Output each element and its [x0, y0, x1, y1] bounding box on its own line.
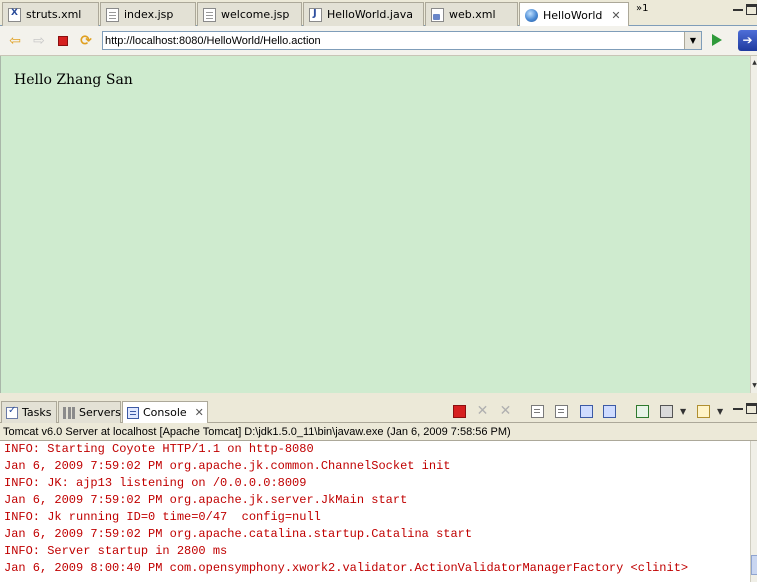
browser-content: Hello Zhang San — [0, 56, 750, 393]
console-line: INFO: JK: ajp13 listening on /0.0.0.0:80… — [4, 476, 307, 490]
maximize-icon[interactable] — [746, 4, 757, 15]
show-on-error-icon[interactable] — [603, 405, 616, 418]
page-greeting: Hello Zhang San — [14, 72, 133, 88]
tab-index-jsp[interactable]: index.jsp — [100, 2, 196, 26]
jsp-file-icon — [203, 7, 216, 22]
tab-welcome-jsp[interactable]: welcome.jsp — [197, 2, 302, 26]
url-field[interactable]: ▼ — [102, 31, 702, 50]
scroll-up-icon[interactable]: ▲ — [751, 58, 757, 68]
pin-console-icon[interactable] — [636, 405, 649, 418]
console-line: Jan 6, 2009 7:59:02 PM org.apache.catali… — [4, 527, 473, 541]
tab-label: HelloWorld — [543, 8, 603, 22]
open-console-icon[interactable] — [697, 405, 710, 418]
console-icon — [127, 406, 139, 419]
terminate-icon[interactable] — [453, 405, 466, 418]
chevron-down-icon[interactable]: ▼ — [680, 405, 693, 418]
tab-helloworld-java[interactable]: HelloWorld.java — [303, 2, 424, 26]
console-line: INFO: Jk running ID=0 time=0/47 config=n… — [4, 510, 321, 524]
scrollbar-thumb[interactable] — [751, 555, 757, 575]
display-console-icon[interactable] — [660, 405, 673, 418]
go-icon[interactable] — [712, 34, 722, 46]
close-icon[interactable]: ✕ — [611, 9, 620, 22]
tab-label: web.xml — [449, 8, 496, 21]
tab-label: struts.xml — [26, 8, 82, 21]
console-output[interactable]: INFO: Starting Coyote HTTP/1.1 on http-8… — [0, 441, 750, 582]
console-process-label: Tomcat v6.0 Server at localhost [Apache … — [0, 423, 757, 441]
tab-label: index.jsp — [124, 8, 174, 21]
refresh-icon[interactable]: ⟳ — [78, 33, 94, 49]
show-on-output-icon[interactable] — [580, 405, 593, 418]
jsp-file-icon — [106, 7, 119, 22]
close-icon[interactable]: ✕ — [195, 406, 204, 419]
tab-struts-xml[interactable]: struts.xml — [2, 2, 99, 26]
remove-launch-icon[interactable]: ✕ — [476, 404, 489, 418]
xml-file-icon — [8, 7, 21, 22]
editor-tab-strip: struts.xml index.jsp welcome.jsp HelloWo… — [0, 0, 757, 27]
console-line: Jan 6, 2009 7:59:02 PM org.apache.jk.com… — [4, 459, 451, 473]
stop-icon[interactable] — [55, 33, 71, 49]
tasks-icon — [6, 405, 18, 419]
forward-arrow-icon[interactable]: ⇨ — [31, 33, 47, 49]
chevron-down-icon[interactable]: ▼ — [717, 405, 730, 418]
tab-console[interactable]: Console ✕ — [122, 401, 208, 423]
tab-overflow-button[interactable]: »1 — [636, 3, 648, 14]
browser-toolbar: ⇦ ⇨ ⟳ ▼ ➔ — [0, 26, 757, 56]
console-line: Jan 6, 2009 7:59:02 PM org.apache.jk.ser… — [4, 493, 408, 507]
tab-label: Servers — [79, 406, 121, 419]
remove-all-icon[interactable]: ✕ — [499, 404, 512, 418]
console-scrollbar[interactable] — [750, 441, 757, 582]
servers-icon — [63, 406, 75, 419]
web-xml-file-icon — [431, 7, 444, 22]
scroll-down-icon[interactable]: ▼ — [751, 381, 757, 391]
tab-label: Console — [143, 406, 187, 419]
scroll-lock-icon[interactable] — [555, 405, 568, 418]
maximize-icon[interactable] — [746, 403, 757, 414]
console-line: Jan 6, 2009 8:00:40 PM com.opensymphony.… — [4, 561, 689, 575]
chevron-down-icon[interactable]: ▼ — [684, 32, 701, 49]
run-icon[interactable]: ➔ — [738, 30, 757, 51]
url-input[interactable] — [103, 32, 683, 49]
tab-label: Tasks — [22, 406, 52, 419]
java-file-icon — [309, 7, 322, 22]
content-scrollbar[interactable]: ▲ ▼ — [750, 56, 757, 393]
tab-servers[interactable]: Servers — [58, 401, 121, 423]
tab-label: welcome.jsp — [221, 8, 290, 21]
tab-label: HelloWorld.java — [327, 8, 413, 21]
clear-console-icon[interactable] — [531, 405, 544, 418]
tab-helloworld-browser[interactable]: HelloWorld ✕ — [519, 2, 629, 27]
tab-web-xml[interactable]: web.xml — [425, 2, 518, 26]
view-tab-strip: Tasks Servers Console ✕ ✕ ✕ ▼ ▼ — [0, 399, 757, 423]
minimize-icon[interactable] — [733, 403, 743, 410]
console-line: INFO: Starting Coyote HTTP/1.1 on http-8… — [4, 442, 314, 456]
globe-icon — [525, 8, 538, 22]
console-line: INFO: Server startup in 2800 ms — [4, 544, 228, 558]
minimize-icon[interactable] — [733, 4, 743, 11]
tab-tasks[interactable]: Tasks — [1, 401, 57, 423]
back-arrow-icon[interactable]: ⇦ — [7, 33, 23, 49]
